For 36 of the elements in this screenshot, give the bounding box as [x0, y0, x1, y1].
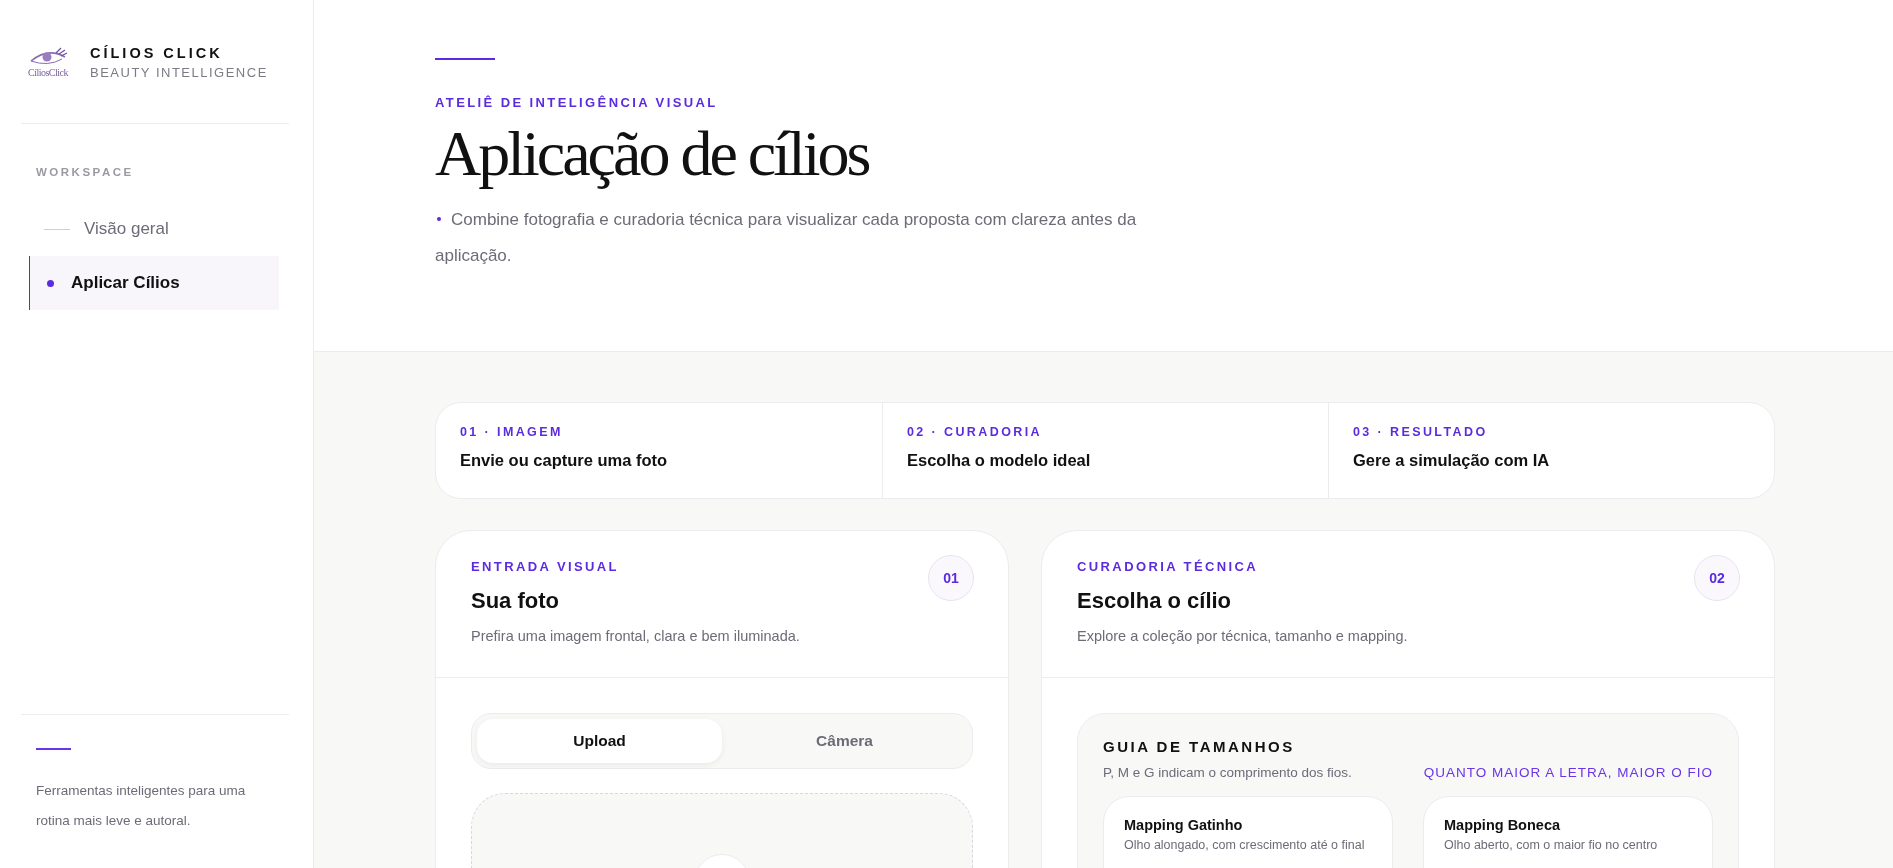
card-subtitle: Prefira uma imagem frontal, clara e bem iluminada. — [471, 628, 801, 644]
step-label: 02 · CURADORIA — [907, 425, 1043, 439]
mapping-description: Olho aberto, com o maior fio no centro — [1444, 838, 1659, 853]
page-eyebrow: ATELIÊ DE INTELIGÊNCIA VISUAL — [435, 95, 719, 110]
step-number-badge: 02 — [1694, 555, 1740, 601]
step-title: Envie ou capture uma foto — [460, 451, 669, 470]
card-eyebrow: CURADORIA TÉCNICA — [1077, 559, 1260, 574]
nav-item[interactable]: Aplicar Cílios — [29, 256, 279, 310]
step-title: Gere a simulação com IA — [1353, 451, 1551, 470]
step-number-badge: 01 — [928, 555, 974, 601]
card-title: Sua foto — [471, 588, 560, 614]
footer-text: Ferramentas inteligentes para uma rotina mais leve e autoral. — [36, 782, 247, 830]
brand-tagline: BEAUTY INTELLIGENCE — [90, 65, 268, 80]
card-eyebrow: ENTRADA VISUAL — [471, 559, 620, 574]
step-label: 01 · IMAGEM — [460, 425, 564, 439]
card-title: Escolha o cílio — [1077, 588, 1233, 614]
mode-tab[interactable]: Câmera — [722, 719, 967, 763]
logo-text: CíliosClick — [27, 67, 69, 78]
page-title: Aplicação de cílios — [435, 118, 870, 190]
guide-title: GUIA DE TAMANHOS — [1103, 738, 1296, 755]
step-title: Escolha o modelo ideal — [907, 451, 1092, 470]
mapping-title: Mapping Gatinho — [1124, 817, 1244, 833]
nav-item[interactable]: Visão geral — [29, 202, 279, 256]
brand-name: CÍLIOS CLICK — [90, 45, 224, 61]
guide-note: P, M e G indicam o comprimento dos fios. — [1103, 765, 1352, 780]
guide-hint: QUANTO MAIOR A LETRA, MAIOR O FIO — [1423, 765, 1713, 780]
mode-tab[interactable]: Upload — [477, 719, 722, 763]
mapping-description: Olho alongado, com crescimento até o final — [1124, 838, 1366, 853]
mapping-title: Mapping Boneca — [1444, 817, 1561, 833]
mapping-card[interactable]: Mapping Boneca Olho aberto, com o maior fio no centro — [1423, 796, 1713, 868]
eye-logo-icon — [28, 47, 68, 67]
card-subtitle: Explore a coleção por técnica, tamanho e mapping. — [1077, 628, 1409, 644]
section-label: WORKSPACE — [36, 166, 135, 178]
mapping-card[interactable]: Mapping Gatinho Olho alongado, com crescimento até o final — [1103, 796, 1393, 868]
page-description: Combine fotografia e curadoria técnica para visualizar cada proposta com clareza antes da aplicação. — [435, 209, 1138, 267]
step-label: 03 · RESULTADO — [1353, 425, 1489, 439]
